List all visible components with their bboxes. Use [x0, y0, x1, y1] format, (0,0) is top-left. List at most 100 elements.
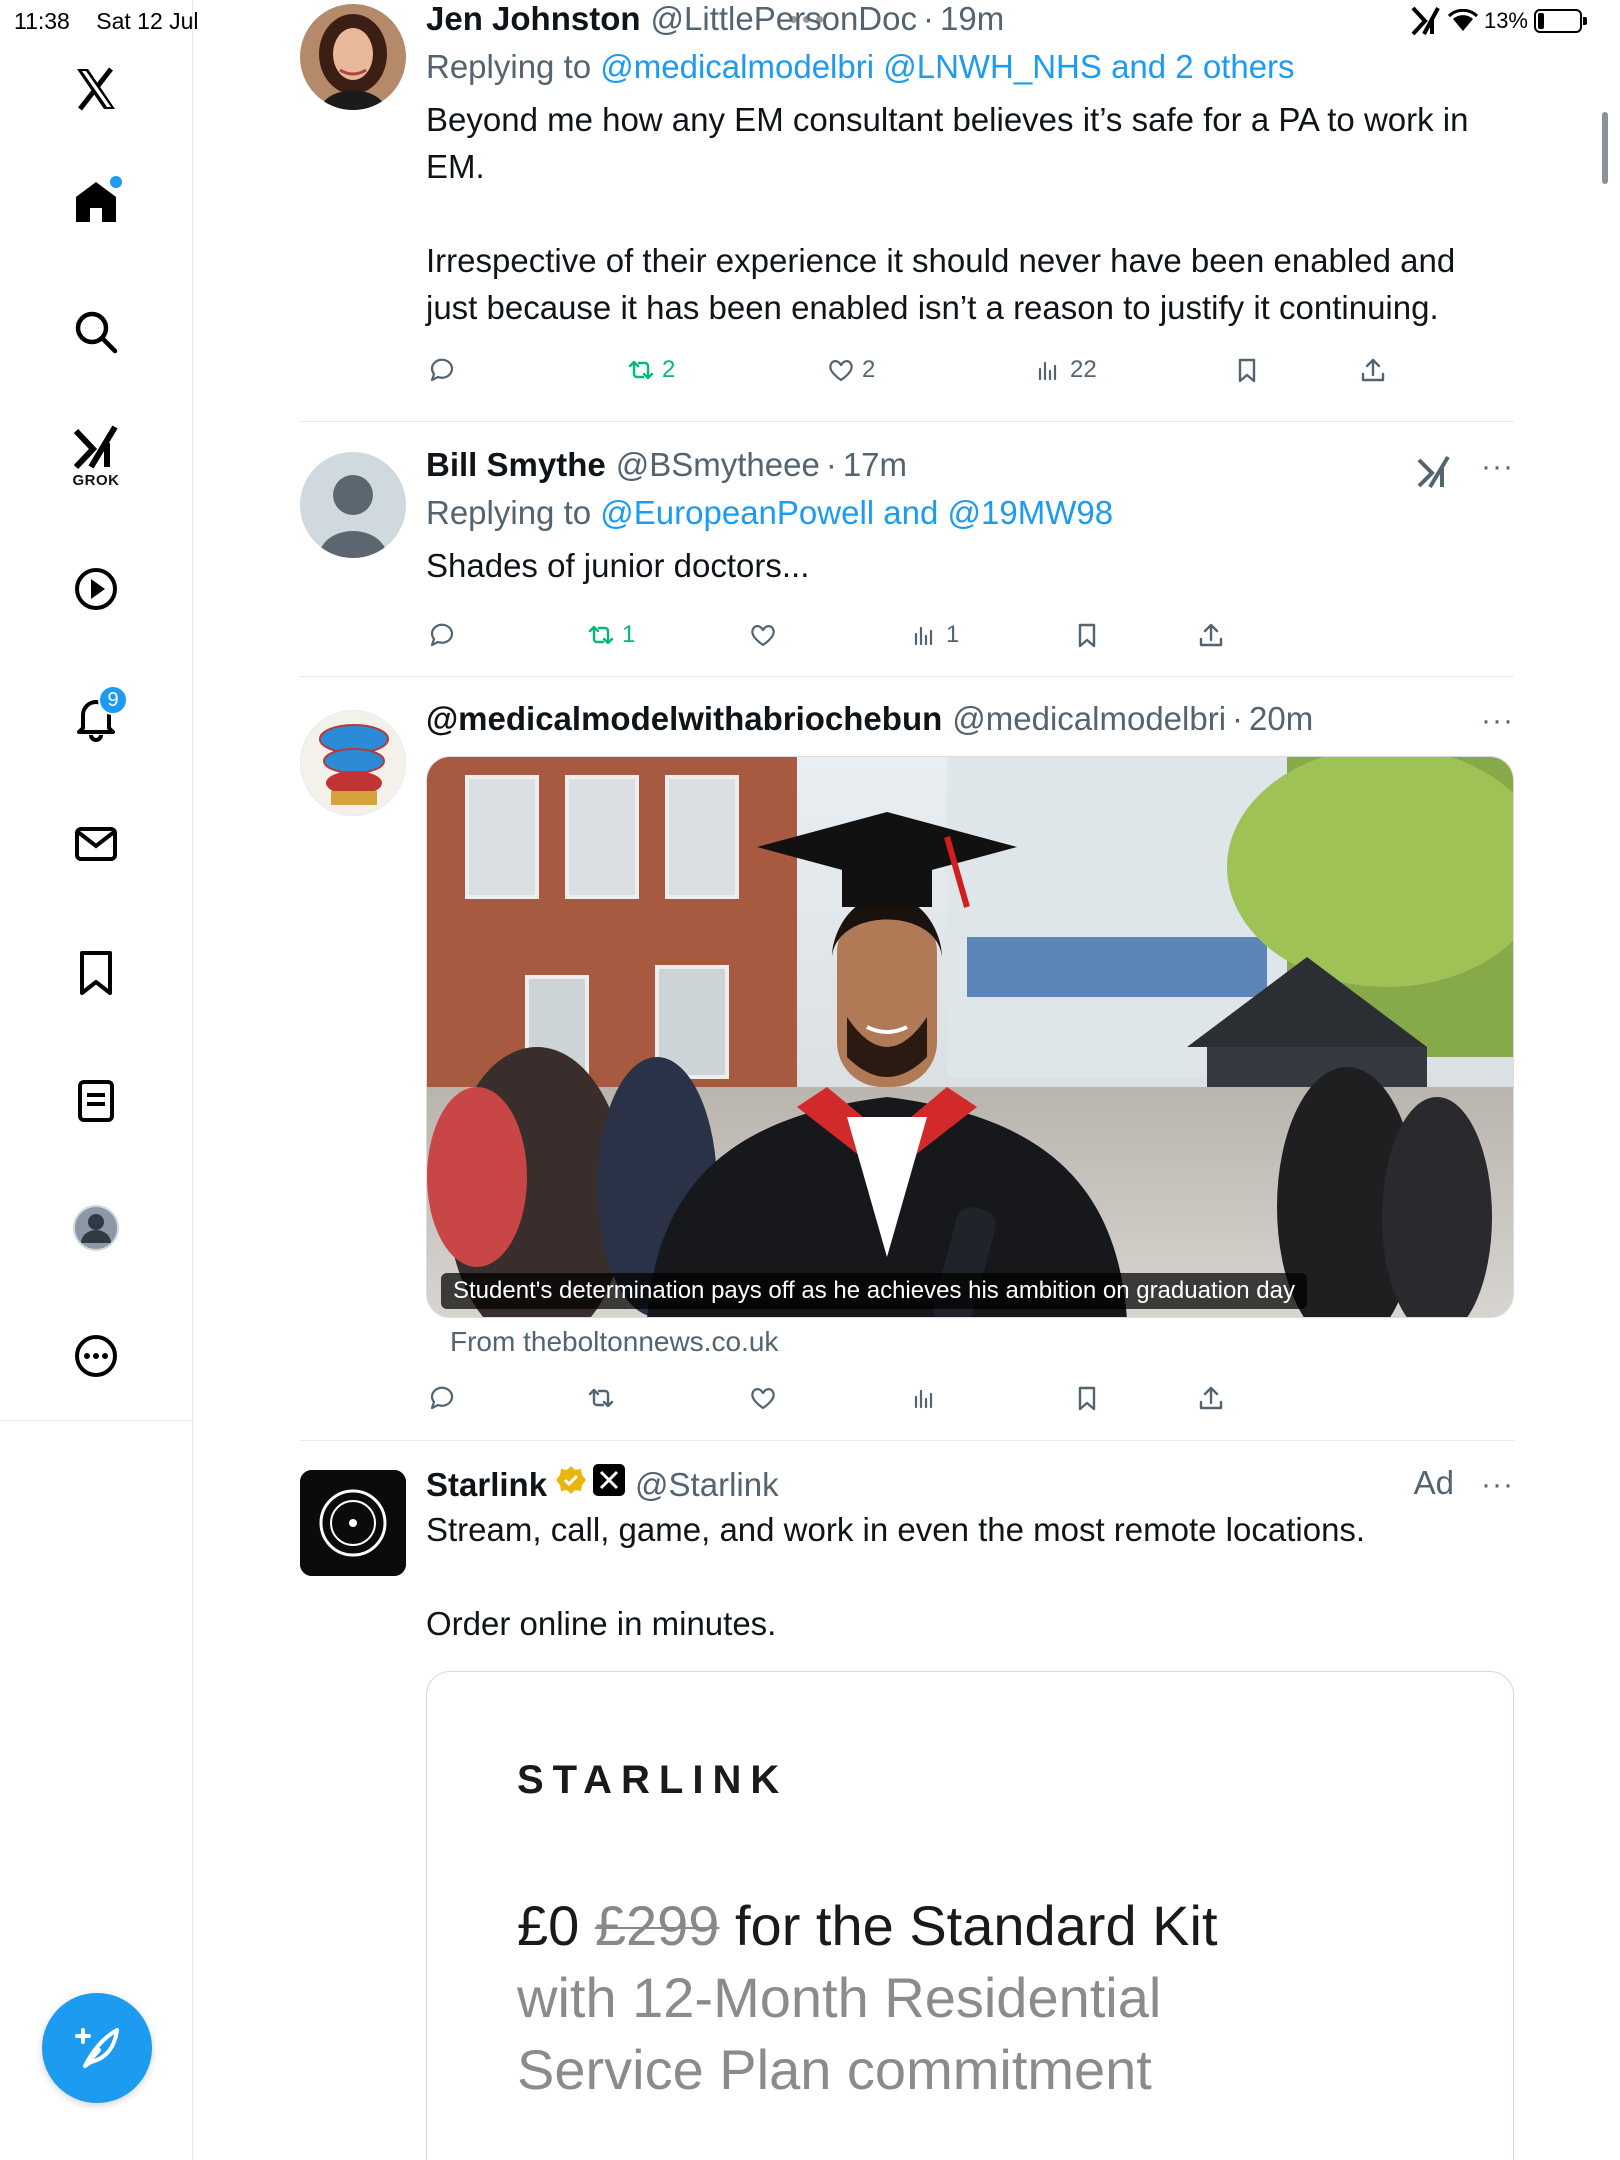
grok-icon[interactable]: GROK	[66, 425, 126, 489]
replying-to-label: Replying to	[426, 494, 592, 531]
verified-badge-icon[interactable]	[555, 1464, 587, 1496]
display-name[interactable]: Jen Johnston	[426, 0, 641, 38]
tweet-jen-johnston[interactable]: Jen Johnston @LittlePersonDoc · 19m Repl…	[300, 0, 1514, 420]
tweet-divider	[300, 676, 1514, 677]
ad-offer-text: £0 £299 for the Standard Kit with 12-Mon…	[517, 1890, 1218, 2106]
display-name[interactable]: @medicalmodelwithabriochebun	[426, 700, 942, 738]
x-affiliate-icon[interactable]	[593, 1464, 626, 1496]
user-handle[interactable]: @LittlePersonDoc	[651, 0, 917, 38]
share-icon	[1361, 358, 1385, 382]
tweet-divider	[300, 1440, 1514, 1441]
sidebar: GROK 9	[0, 0, 193, 2160]
views-button[interactable]	[910, 1383, 940, 1413]
notifications-bell-icon[interactable]: 9	[66, 685, 128, 747]
battery-icon	[1534, 9, 1587, 33]
avatar-gmc-logo[interactable]	[300, 710, 406, 816]
reply-targets-link[interactable]: @EuropeanPowell and @19MW98	[600, 494, 1113, 531]
x-logo-icon[interactable]	[66, 59, 126, 119]
bookmark-button[interactable]	[1072, 1383, 1102, 1413]
tweet-paragraph: Stream, call, game, and work in even the…	[426, 1511, 1366, 1548]
compose-post-button[interactable]	[42, 1993, 152, 2103]
ad-card[interactable]: STARLINK £0 £299 for the Standard Kit wi…	[426, 1671, 1514, 2160]
messages-envelope-icon[interactable]	[66, 814, 126, 874]
tweet-bill-smythe[interactable]: Bill Smythe @BSmytheee · 17m Replying to…	[300, 446, 1514, 676]
bookmark-button[interactable]	[1072, 620, 1102, 650]
reply-button[interactable]	[426, 355, 456, 385]
more-options-icon[interactable]: ···	[1481, 1468, 1514, 1502]
views-button[interactable]: 22	[1034, 355, 1097, 385]
tweet-header: @medicalmodelwithabriochebun @medicalmod…	[426, 700, 1314, 738]
tweet-actions	[426, 1383, 1426, 1423]
tweet-paragraph: Beyond me how any EM consultant believes…	[426, 101, 1469, 185]
user-handle[interactable]: @medicalmodelbri	[952, 700, 1226, 738]
offer-headline: for the Standard Kit	[735, 1894, 1218, 1957]
timestamp[interactable]: 19m	[940, 0, 1004, 38]
grok-explain-icon[interactable]	[1416, 454, 1452, 490]
timestamp[interactable]: 20m	[1249, 700, 1313, 738]
user-handle[interactable]: @BSmytheee	[616, 446, 820, 484]
views-count: 1	[946, 621, 960, 648]
tweet-divider	[300, 421, 1514, 422]
avatar-default[interactable]	[300, 452, 406, 558]
ad-label: Ad	[1413, 1464, 1454, 1501]
tweet-text: Stream, call, game, and work in even the…	[426, 1506, 1514, 1647]
reply-icon	[430, 1386, 454, 1410]
retweet-count: 2	[662, 356, 676, 383]
notifications-badge: 9	[98, 685, 128, 715]
views-chart-icon	[1038, 361, 1057, 381]
timestamp[interactable]: 17m	[843, 446, 907, 484]
link-card-caption: Student's determination pays off as he a…	[441, 1273, 1308, 1309]
home-unread-dot	[110, 176, 122, 188]
display-name[interactable]: Starlink	[426, 1466, 547, 1504]
tweet-starlink-ad[interactable]: Starlink @Starlink Stream, call, game, a…	[300, 1464, 1514, 1664]
scrollbar[interactable]	[1602, 112, 1608, 184]
lists-icon[interactable]	[66, 1071, 126, 1131]
more-options-icon[interactable]	[66, 1326, 126, 1386]
reply-button[interactable]	[426, 1383, 456, 1413]
grok-label: GROK	[72, 472, 120, 489]
like-button[interactable]: 2	[826, 355, 875, 385]
reply-targets-link[interactable]: @medicalmodelbri @LNWH_NHS and 2 others	[600, 48, 1294, 85]
tweet-medicalmodel[interactable]: @medicalmodelwithabriochebun @medicalmod…	[300, 700, 1514, 1440]
video-icon[interactable]	[66, 559, 126, 619]
tweet-actions: 2 2 22	[426, 355, 1426, 395]
share-icon	[1199, 623, 1223, 647]
display-name[interactable]: Bill Smythe	[426, 446, 606, 484]
views-button[interactable]: 1	[910, 620, 959, 650]
like-button[interactable]	[748, 620, 778, 650]
tweet-header: Bill Smythe @BSmytheee · 17m	[426, 446, 908, 484]
retweet-button[interactable]	[586, 1383, 616, 1413]
heart-icon	[751, 625, 775, 647]
reply-button[interactable]	[426, 620, 456, 650]
link-card-image[interactable]: Student's determination pays off as he a…	[426, 756, 1514, 1318]
more-options-icon[interactable]: ···	[1481, 450, 1514, 484]
bookmark-icon	[1078, 1386, 1096, 1411]
replying-to-label: Replying to	[426, 48, 592, 85]
compose-feather-icon	[75, 2028, 119, 2068]
tweet-paragraph: Irrespective of their experience it shou…	[426, 242, 1456, 326]
bookmarks-icon[interactable]	[66, 943, 126, 1003]
link-source[interactable]: From theboltonnews.co.uk	[450, 1326, 778, 1358]
tweet-actions: 1 1	[426, 620, 1426, 660]
starlink-avatar[interactable]	[300, 1470, 406, 1576]
retweet-button[interactable]: 2	[626, 355, 675, 385]
share-button[interactable]	[1196, 1383, 1226, 1413]
offer-line-3: Service Plan commitment	[517, 2038, 1152, 2101]
user-handle[interactable]: @Starlink	[635, 1466, 779, 1504]
share-button[interactable]	[1196, 620, 1226, 650]
views-count: 22	[1070, 356, 1097, 383]
share-icon	[1199, 1386, 1223, 1410]
like-button[interactable]	[748, 1383, 778, 1413]
avatar[interactable]	[300, 4, 406, 110]
retweet-button[interactable]: 1	[586, 620, 635, 650]
bookmark-button[interactable]	[1232, 355, 1262, 385]
tweet-text: Beyond me how any EM consultant believes…	[426, 96, 1514, 331]
profile-avatar-icon[interactable]	[66, 1198, 126, 1258]
bookmark-icon	[1238, 358, 1256, 383]
tweet-paragraph: Order online in minutes.	[426, 1605, 777, 1642]
search-icon[interactable]	[66, 302, 126, 362]
more-options-icon[interactable]: ···	[1481, 704, 1514, 738]
share-button[interactable]	[1358, 355, 1388, 385]
home-icon[interactable]	[66, 172, 126, 232]
replying-to: Replying to @medicalmodelbri @LNWH_NHS a…	[426, 48, 1514, 86]
